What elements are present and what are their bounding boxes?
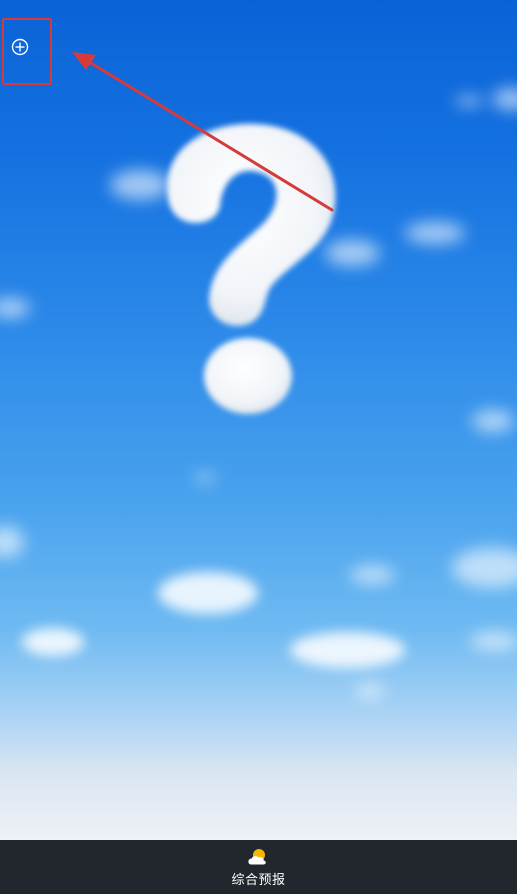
plus-circle-icon bbox=[11, 38, 29, 56]
tab-comprehensive-forecast[interactable]: 综合预报 bbox=[231, 846, 285, 888]
bottom-navigation: 综合预报 bbox=[0, 840, 517, 894]
sun-cloud-icon bbox=[248, 849, 267, 865]
weather-screen: 综合预报 bbox=[0, 0, 517, 894]
annotation-arrow bbox=[72, 52, 334, 212]
add-city-button[interactable] bbox=[10, 37, 30, 57]
sky-background bbox=[0, 0, 517, 840]
tab-label: 综合预报 bbox=[231, 873, 286, 888]
